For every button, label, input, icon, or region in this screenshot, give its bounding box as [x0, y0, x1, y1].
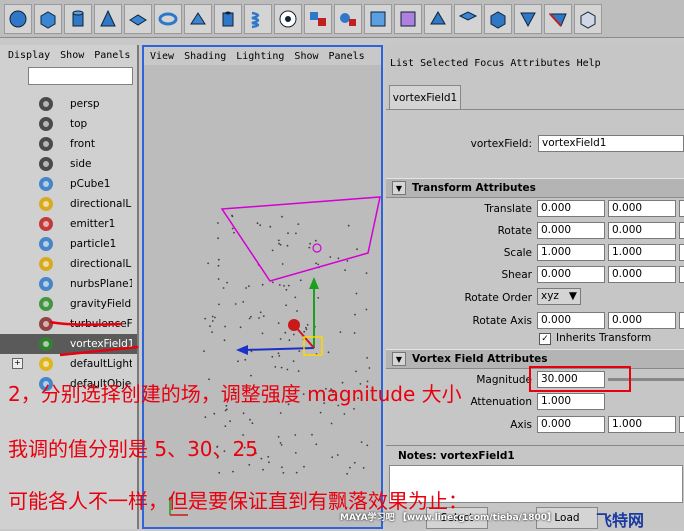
annotation-line-2: 我调的值分别是 5、30、25 — [8, 437, 258, 461]
underline-stroke — [49, 320, 123, 326]
watermark-text: MAYA学习吧 【www.linecg.com/tieba/1800】 — [340, 513, 557, 523]
annotation-line-1: 2，分别选择创建的场，调整强度 magnitude 大小 — [8, 382, 462, 406]
underline-stroke — [59, 345, 139, 357]
highlight-box — [529, 366, 631, 392]
site-logo: 飞特网 — [596, 511, 645, 530]
